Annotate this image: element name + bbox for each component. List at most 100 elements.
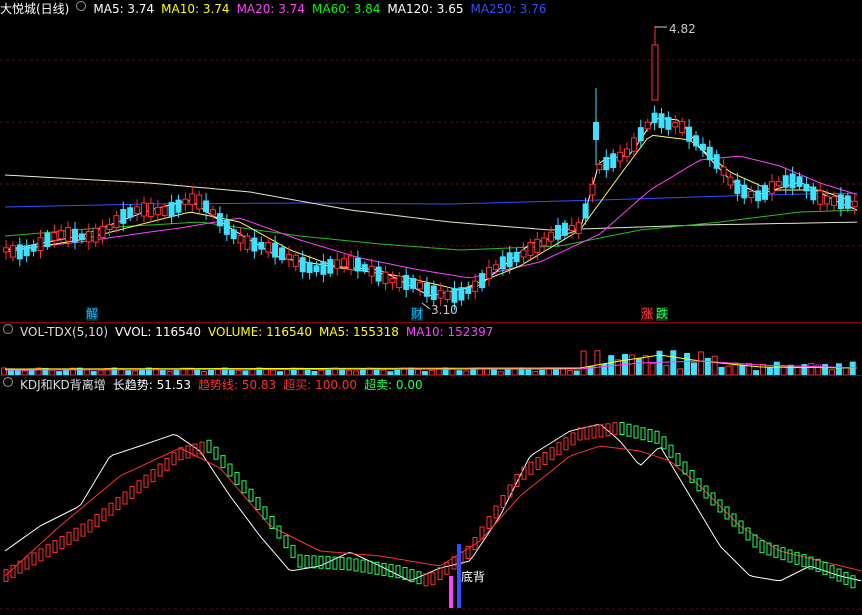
volume-bar <box>704 357 711 375</box>
volume-bar <box>649 363 656 375</box>
kd-step-bar <box>143 474 149 488</box>
kd-step-bar <box>444 561 450 575</box>
candle-body <box>693 135 699 147</box>
candle-body <box>251 237 258 252</box>
kd-step-bar <box>297 554 303 568</box>
kdj-chart[interactable] <box>0 376 862 615</box>
kd-step-bar <box>87 519 93 533</box>
candle-body <box>672 121 679 128</box>
volume-bar <box>760 363 766 375</box>
candle-body <box>78 233 85 241</box>
candle-body <box>189 193 196 206</box>
candle-body <box>713 154 720 169</box>
kd-step-bar <box>353 558 359 572</box>
candle-body <box>327 259 334 274</box>
volume-bar <box>739 365 746 375</box>
candle-body <box>644 121 651 130</box>
candle-body <box>341 258 348 268</box>
candle-body <box>561 222 568 236</box>
kd-step-bar <box>570 432 576 446</box>
kd-step-bar <box>584 426 590 440</box>
candle-body <box>382 271 389 285</box>
volume-bar <box>780 366 787 375</box>
volume-bar <box>635 358 642 375</box>
candle-body <box>582 203 589 219</box>
candle-body <box>520 249 527 258</box>
kd-step-bar <box>612 422 618 436</box>
kd-step-bar <box>115 497 121 511</box>
candle-body <box>196 194 203 210</box>
volume-bar <box>601 363 608 375</box>
kd-step-bar <box>283 535 289 549</box>
candle-body <box>706 146 713 161</box>
kd-step-bar <box>493 505 499 519</box>
candle-body <box>748 190 755 199</box>
kd-step-bar <box>780 547 786 561</box>
kd-step-bar <box>213 446 219 460</box>
candle-body <box>810 186 817 201</box>
kd-step-bar <box>241 480 247 494</box>
price-pane[interactable]: 大悦城(日线) MA5: 3.74 MA10: 3.74 MA20: 3.74 … <box>0 0 862 322</box>
candle-body <box>513 251 520 263</box>
candle-body <box>824 195 831 205</box>
volume-chart[interactable] <box>0 323 862 375</box>
candle-body <box>831 196 837 206</box>
volume-bar <box>842 367 849 375</box>
kd-step-bar <box>577 427 583 441</box>
kd-step-bar <box>80 523 86 537</box>
kd-step-bar <box>24 556 30 570</box>
kd-step-bar <box>549 447 555 461</box>
candle-body <box>568 224 575 231</box>
kd-step-bar <box>339 557 345 571</box>
candle-body <box>506 252 513 268</box>
kd-step-bar <box>535 456 541 470</box>
candle-body <box>403 274 410 290</box>
low-price-label: 3.10 <box>431 303 458 317</box>
candle-body <box>44 232 51 248</box>
kd-step-bar <box>626 423 632 437</box>
candle-body <box>334 259 341 269</box>
volume-bar <box>766 367 773 375</box>
kd-step-bar <box>542 452 548 465</box>
volume-bar <box>746 362 753 375</box>
candle-body <box>575 222 582 234</box>
kd-step-bar <box>675 453 681 467</box>
kd-step-bar <box>38 548 44 562</box>
kd-step-bar <box>45 544 51 558</box>
kd-step-bar <box>822 561 828 575</box>
candle-body <box>541 237 548 246</box>
candle-body <box>154 206 161 216</box>
candle-body <box>548 231 555 242</box>
kd-step-bar <box>668 444 674 458</box>
volume-bar <box>691 362 697 375</box>
volume-bar <box>684 352 691 375</box>
trend-line <box>4 445 862 577</box>
candle-body <box>527 241 534 256</box>
candle-body <box>417 282 423 290</box>
candle-body <box>734 179 741 195</box>
candle-body <box>555 224 561 240</box>
kd-step-bar <box>31 552 37 566</box>
candle-body <box>430 285 437 300</box>
volume-pane[interactable]: VOL-TDX(5,10) VVOL: 116540 VOLUME: 11654… <box>0 323 862 375</box>
ma5-line <box>4 117 858 297</box>
signal-cai: 财 <box>411 307 424 321</box>
kd-step-bar <box>787 549 793 563</box>
candle-body <box>630 137 637 152</box>
kd-step-bar <box>850 575 856 589</box>
kd-step-bar <box>73 527 79 541</box>
candle-body <box>727 176 734 186</box>
candle-body <box>472 280 479 292</box>
candle-body <box>437 289 444 299</box>
kd-step-bar <box>591 425 597 439</box>
kd-step-bar <box>318 555 324 569</box>
candle-body <box>216 213 223 227</box>
kdj-pane[interactable]: KDJ和KD背离增 长趋势: 51.53 趋势线: 50.83 超买: 100.… <box>0 376 862 615</box>
candlestick-chart[interactable] <box>0 0 862 322</box>
candle-body <box>479 273 486 289</box>
candle-body <box>755 190 762 202</box>
kd-step-bar <box>136 480 142 494</box>
candle-body <box>92 227 99 243</box>
candle-body <box>313 265 320 272</box>
volume-bar <box>773 361 780 375</box>
